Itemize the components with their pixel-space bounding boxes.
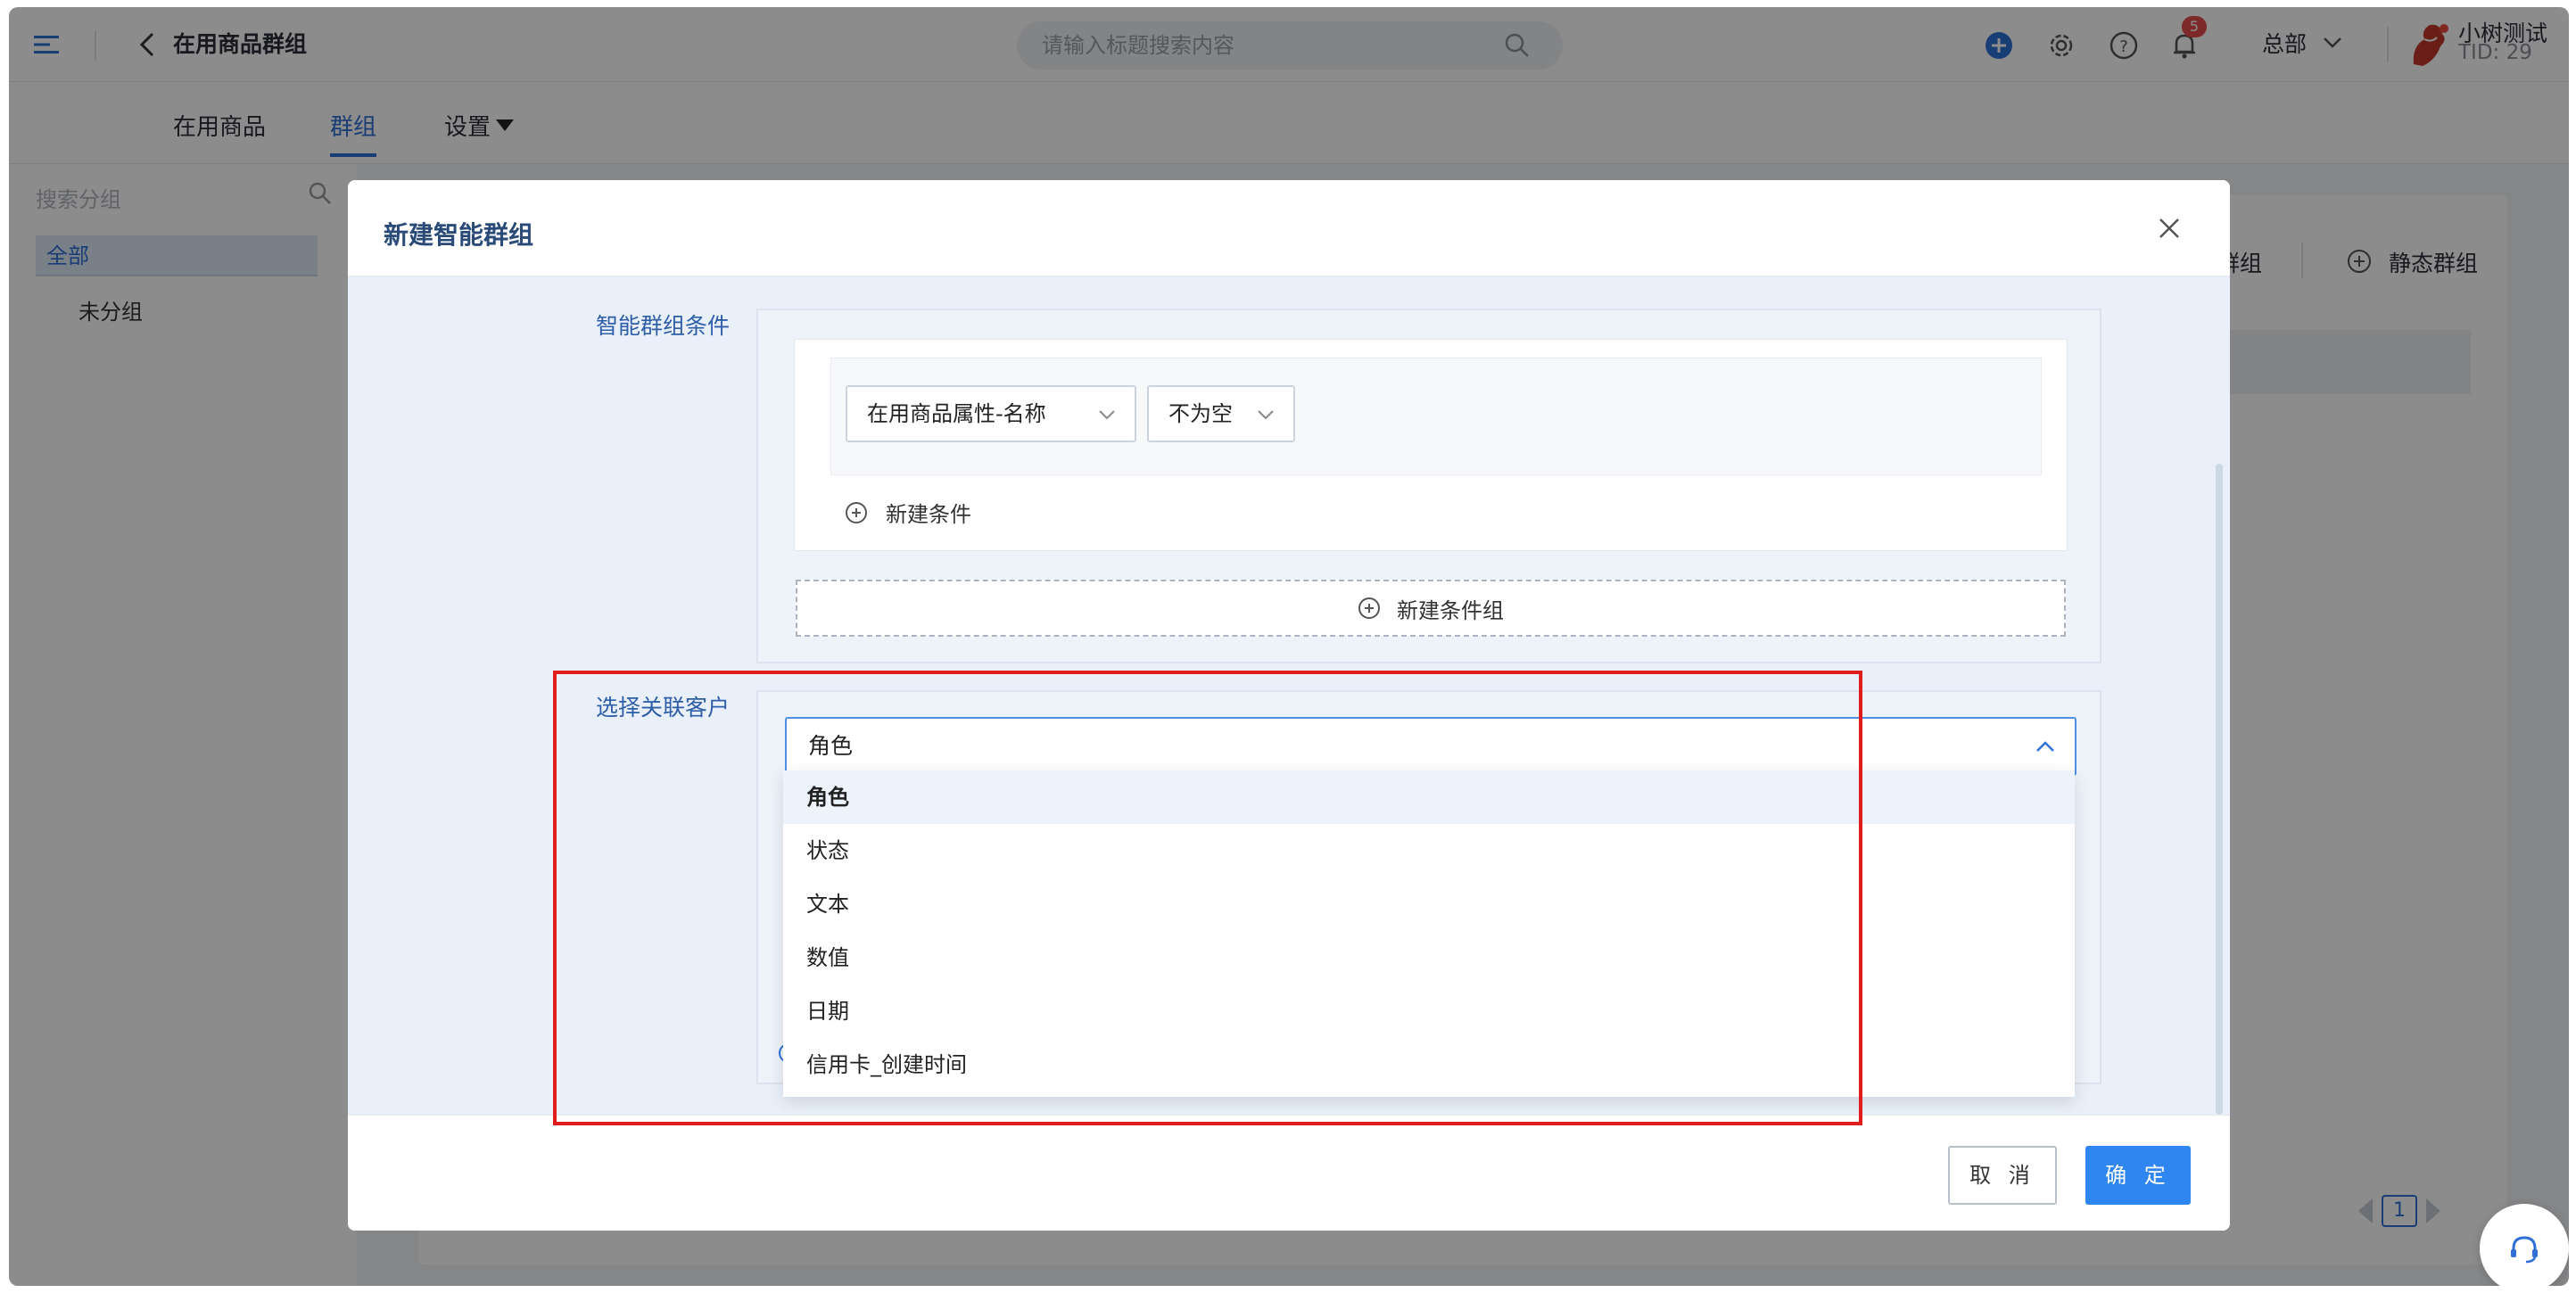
- annotation-highlight-box: [553, 671, 1862, 1125]
- chevron-up-icon: [2036, 741, 2054, 752]
- dialog-footer: 取 消 确 定: [348, 1115, 2230, 1231]
- dialog-header: 新建智能群组: [348, 180, 2230, 276]
- cancel-button[interactable]: 取 消: [1948, 1146, 2057, 1205]
- add-condition-group-label: 新建条件组: [1397, 597, 1504, 623]
- dialog-title: 新建智能群组: [384, 220, 534, 250]
- scrollbar-thumb[interactable]: [2216, 464, 2223, 1115]
- condition-operator-select[interactable]: 不为空: [1147, 385, 1295, 442]
- close-icon[interactable]: [2153, 212, 2185, 244]
- condition-operator-value: 不为空: [1168, 401, 1233, 426]
- confirm-button[interactable]: 确 定: [2085, 1146, 2191, 1205]
- plus-circle-icon: [1358, 597, 1380, 619]
- condition-section: 在用商品属性-名称 不为空 新建条件 新建条件组: [756, 309, 2101, 663]
- headset-icon: [2511, 1236, 2538, 1264]
- app-window: 在用商品群组 ? 5 总部 小树测试 TID: 29: [9, 7, 2569, 1286]
- add-condition-label: 新建条件: [886, 502, 971, 527]
- condition-group: 在用商品属性-名称 不为空 新建条件: [794, 339, 2068, 551]
- condition-field-select[interactable]: 在用商品属性-名称: [846, 385, 1136, 442]
- customer-support-button[interactable]: [2480, 1204, 2569, 1286]
- chevron-down-icon: [1258, 410, 1274, 420]
- add-condition-group-button[interactable]: 新建条件组: [796, 580, 2066, 637]
- chevron-down-icon: [1099, 410, 1115, 420]
- add-condition-button[interactable]: 新建条件: [845, 497, 971, 528]
- condition-field-value: 在用商品属性-名称: [867, 401, 1046, 426]
- condition-row: 在用商品属性-名称 不为空: [830, 358, 2042, 475]
- plus-circle-icon: [846, 501, 867, 523]
- condition-label: 智能群组条件: [595, 313, 730, 339]
